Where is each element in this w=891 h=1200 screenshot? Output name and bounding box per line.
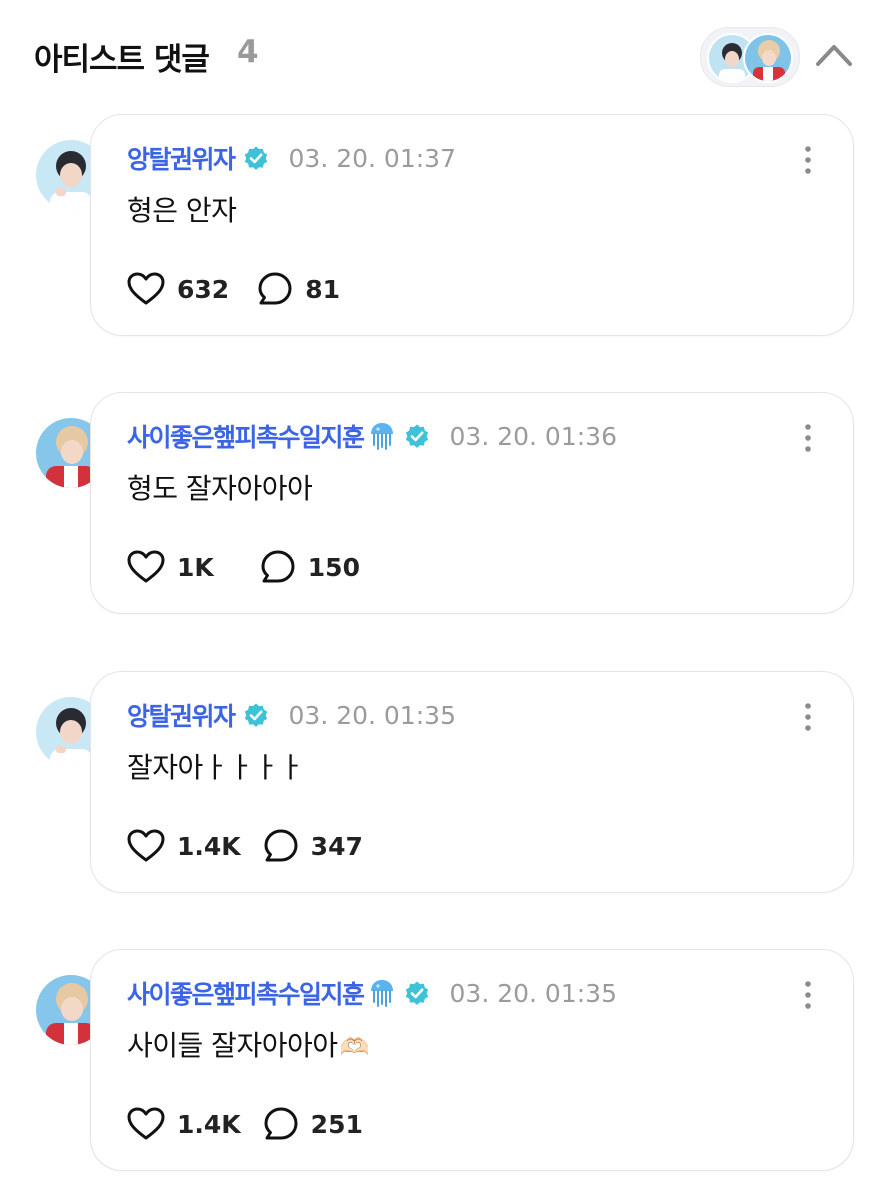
speech-bubble-icon [264, 1107, 298, 1140]
reply-button[interactable]: 81 [257, 271, 340, 307]
speech-bubble-icon [261, 550, 295, 583]
verified-badge-icon [405, 981, 428, 1005]
comment-card: 사이좋은햎피촉수일지훈 03. 20. 01:36 형도 잘자아아아 1K 15… [90, 392, 854, 614]
jellyfish-emoji-icon [370, 980, 393, 1007]
jellyfish-emoji-icon [370, 423, 393, 450]
artist-avatar-stack[interactable] [700, 27, 800, 87]
comment-item: 앙탈권위자 03. 20. 01:37 형은 안자 632 81 [0, 114, 891, 339]
reply-button[interactable]: 251 [263, 1106, 363, 1142]
comment-card: 앙탈권위자 03. 20. 01:35 잘자아ㅏㅏㅏㅏ 1.4K 347 [90, 671, 854, 893]
comment-count: 4 [237, 34, 259, 70]
comment-text: 형은 안자 [127, 194, 237, 227]
author-name[interactable]: 앙탈권위자 [127, 140, 236, 176]
comment-item: 앙탈권위자 03. 20. 01:35 잘자아ㅏㅏㅏㅏ 1.4K 347 [0, 671, 891, 896]
comment-item: 사이좋은햎피촉수일지훈 03. 20. 01:36 형도 잘자아아아 1K 15… [0, 392, 891, 617]
like-button[interactable]: 1.4K [127, 1107, 241, 1141]
comment-text: 사이들 잘자아아아🫶🏻 [127, 1029, 369, 1062]
comment-card: 사이좋은햎피촉수일지훈 03. 20. 01:35 사이들 잘자아아아🫶🏻 1.… [90, 949, 854, 1171]
reply-button[interactable]: 150 [260, 549, 360, 585]
section-title: 아티스트 댓글 [34, 42, 210, 78]
more-vertical-icon[interactable] [803, 423, 813, 453]
reply-button[interactable]: 347 [263, 828, 363, 864]
like-count: 1.4K [177, 1109, 241, 1139]
comment-text: 형도 잘자아아아 [127, 472, 313, 505]
verified-badge-icon [244, 703, 267, 727]
artist-comments-header: 아티스트 댓글 4 [0, 0, 891, 110]
speech-bubble-icon [264, 829, 298, 862]
like-button[interactable]: 1K [127, 550, 214, 584]
reply-count: 81 [305, 274, 340, 304]
like-count: 632 [177, 274, 230, 304]
like-count: 1.4K [177, 831, 241, 861]
like-button[interactable]: 1.4K [127, 829, 241, 863]
comment-card: 앙탈권위자 03. 20. 01:37 형은 안자 632 81 [90, 114, 854, 336]
heart-icon [127, 829, 165, 862]
reply-count: 251 [310, 1109, 363, 1139]
more-vertical-icon[interactable] [803, 702, 813, 732]
heart-icon [127, 1107, 165, 1140]
heart-hands-emoji: 🫶🏻 [339, 1033, 369, 1061]
timestamp: 03. 20. 01:37 [288, 143, 456, 173]
reply-count: 150 [307, 552, 360, 582]
heart-icon [127, 550, 165, 583]
verified-badge-icon [405, 424, 428, 448]
reply-count: 347 [310, 831, 363, 861]
chevron-up-icon [816, 45, 852, 66]
comment-text: 잘자아ㅏㅏㅏㅏ [127, 751, 304, 784]
more-vertical-icon[interactable] [803, 980, 813, 1010]
collapse-button[interactable] [812, 36, 856, 70]
author-name[interactable]: 사이좋은햎피촉수일지훈 [127, 418, 365, 454]
like-button[interactable]: 632 [127, 272, 229, 306]
verified-badge-icon [244, 146, 267, 170]
heart-icon [127, 272, 165, 305]
speech-bubble-icon [258, 272, 292, 305]
more-vertical-icon[interactable] [803, 145, 813, 175]
author-name[interactable]: 앙탈권위자 [127, 697, 236, 733]
timestamp: 03. 20. 01:36 [449, 421, 617, 451]
timestamp: 03. 20. 01:35 [288, 700, 456, 730]
author-name[interactable]: 사이좋은햎피촉수일지훈 [127, 975, 365, 1011]
comment-item: 사이좋은햎피촉수일지훈 03. 20. 01:35 사이들 잘자아아아🫶🏻 1.… [0, 949, 891, 1174]
like-count: 1K [177, 552, 214, 582]
timestamp: 03. 20. 01:35 [449, 978, 617, 1008]
avatar [743, 33, 793, 83]
